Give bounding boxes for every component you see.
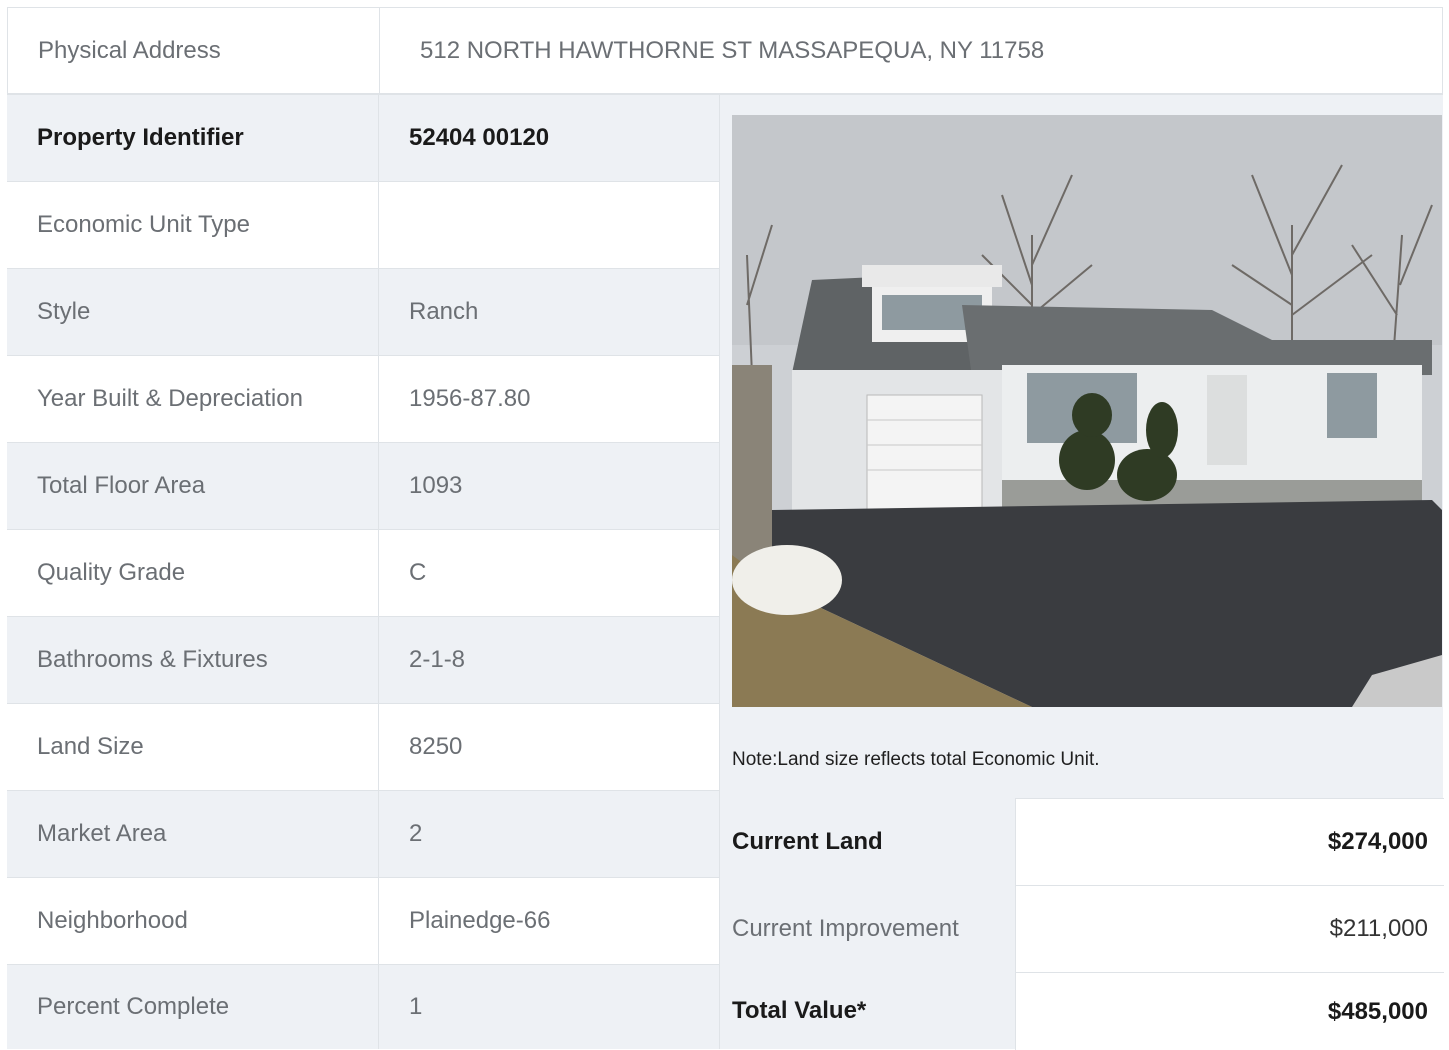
- detail-value: 1956-87.80: [378, 356, 719, 442]
- detail-label: Land Size: [37, 733, 144, 760]
- valuation-value: $211,000: [1015, 885, 1444, 972]
- valuation-row-current-improvement: Current Improvement $211,000: [720, 885, 1444, 972]
- detail-label: Neighborhood: [37, 907, 188, 934]
- detail-row-economic-unit-type: Economic Unit Type: [7, 181, 719, 268]
- detail-row-style: Style Ranch: [7, 268, 719, 355]
- detail-row-neighborhood: Neighborhood Plainedge-66: [7, 877, 719, 964]
- valuation-panel: Note:Land size reflects total Economic U…: [719, 94, 1444, 1050]
- detail-value: [378, 182, 719, 268]
- detail-value: 1: [378, 965, 719, 1049]
- detail-value: Ranch: [378, 269, 719, 355]
- valuation-value: $485,000: [1015, 972, 1444, 1050]
- address-value: 512 NORTH HAWTHORNE ST MASSAPEQUA, NY 11…: [379, 8, 1444, 93]
- valuation-label: Total Value*: [732, 997, 867, 1024]
- valuation-label: Current Improvement: [732, 914, 959, 942]
- detail-row-property-identifier: Property Identifier 52404 00120: [7, 94, 719, 181]
- detail-value: C: [378, 530, 719, 616]
- detail-row-market-area: Market Area 2: [7, 790, 719, 877]
- address-row: Physical Address 512 NORTH HAWTHORNE ST …: [7, 7, 1443, 94]
- address-label: Physical Address: [38, 36, 221, 64]
- detail-value: 2: [378, 791, 719, 877]
- detail-value: 52404 00120: [378, 95, 719, 181]
- detail-value: Plainedge-66: [378, 878, 719, 964]
- valuation-value: $274,000: [1015, 798, 1444, 885]
- valuation-row-total-value: Total Value* $485,000: [720, 972, 1444, 1050]
- detail-label: Quality Grade: [37, 559, 186, 586]
- detail-row-land-size: Land Size 8250: [7, 703, 719, 790]
- detail-label: Percent Complete: [37, 993, 230, 1020]
- detail-row-bathrooms: Bathrooms & Fixtures 2-1-8: [7, 616, 719, 703]
- detail-value: 1093: [378, 443, 719, 529]
- detail-label: Bathrooms & Fixtures: [37, 646, 268, 673]
- detail-row-total-floor-area: Total Floor Area 1093: [7, 442, 719, 529]
- land-size-note: Note:Land size reflects total Economic U…: [732, 749, 1100, 770]
- detail-label: Economic Unit Type: [37, 211, 250, 238]
- valuation-row-current-land: Current Land $274,000: [720, 798, 1444, 885]
- detail-label: Market Area: [37, 820, 167, 847]
- detail-label: Style: [37, 298, 91, 325]
- house-illustration: [732, 115, 1442, 707]
- detail-value: 2-1-8: [378, 617, 719, 703]
- detail-value: 8250: [378, 704, 719, 790]
- detail-label: Property Identifier: [37, 124, 244, 151]
- property-record: Physical Address 512 NORTH HAWTHORNE ST …: [7, 7, 1444, 1050]
- detail-row-year-built: Year Built & Depreciation 1956-87.80: [7, 355, 719, 442]
- detail-row-percent-complete: Percent Complete 1: [7, 964, 719, 1049]
- detail-label: Total Floor Area: [37, 472, 206, 499]
- property-photo: [732, 115, 1442, 707]
- detail-row-quality-grade: Quality Grade C: [7, 529, 719, 616]
- detail-label: Year Built & Depreciation: [37, 385, 303, 412]
- valuation-label: Current Land: [732, 827, 883, 855]
